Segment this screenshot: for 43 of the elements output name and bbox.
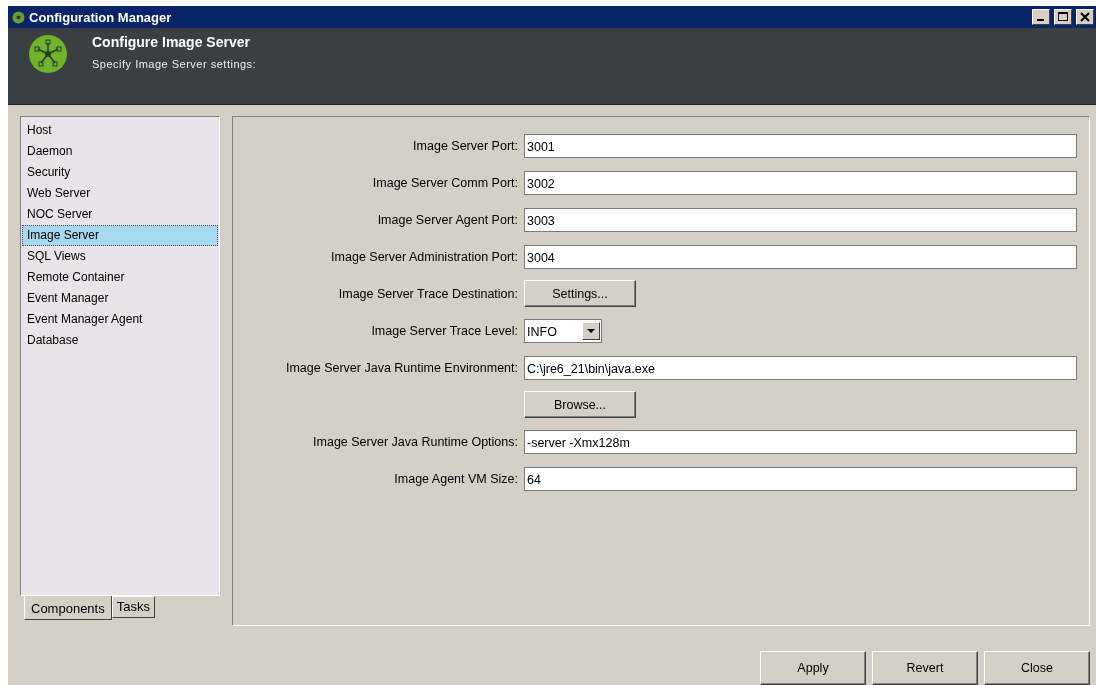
dialog-button[interactable]: Revert [872, 651, 978, 685]
field-label: Image Server Port: [412, 138, 518, 153]
page-subtitle: Specify Image Server settings: [92, 58, 257, 70]
app-icon [12, 10, 25, 24]
field-label: Image Server Administration Port: [330, 249, 518, 264]
sidebar-item[interactable]: Daemon [22, 141, 218, 162]
sidebar-item[interactable]: Database [22, 330, 218, 351]
field-label: Image Server Comm Port: [371, 175, 518, 190]
text-field[interactable]: -server -Xmx128m [524, 429, 1077, 454]
field-label: Image Server Java Runtime Options: [312, 434, 518, 449]
sidebar-item[interactable]: Event Manager [22, 288, 218, 309]
field-label: Image Server Java Runtime Environment: [284, 360, 518, 375]
sidebar-item[interactable]: SQL Views [22, 246, 218, 267]
sidebar-item[interactable]: Security [22, 162, 218, 183]
close-icon[interactable] [1076, 9, 1094, 25]
dialog-button[interactable]: Close [984, 651, 1090, 685]
dialog-button[interactable]: Apply [760, 651, 866, 685]
action-button[interactable]: Settings... [524, 280, 636, 307]
minimize-icon[interactable] [1032, 9, 1050, 25]
network-icon [28, 34, 68, 74]
page-title: Configure Image Server [92, 34, 251, 50]
tab[interactable]: Components [24, 596, 112, 620]
sidebar-item[interactable]: Host [22, 120, 218, 141]
sidebar-item[interactable]: Image Server [22, 225, 218, 246]
sidebar-item[interactable]: Web Server [22, 183, 218, 204]
field-label: Image Server Trace Level: [370, 323, 518, 338]
action-button[interactable]: Browse... [524, 391, 636, 418]
maximize-icon[interactable] [1054, 9, 1072, 25]
text-field[interactable]: 64 [524, 466, 1077, 491]
field-label: Image Server Agent Port: [376, 212, 518, 227]
dropdown[interactable]: INFO [524, 318, 602, 343]
text-field[interactable]: 3001 [524, 133, 1077, 158]
sidebar-item[interactable]: NOC Server [22, 204, 218, 225]
tab[interactable]: Tasks [111, 596, 155, 618]
text-field[interactable]: 3003 [524, 207, 1077, 232]
sidebar-item[interactable]: Event Manager Agent [22, 309, 218, 330]
sidebar-item[interactable]: Remote Container [22, 267, 218, 288]
window-title: Configuration Manager [29, 9, 173, 25]
field-label: Image Server Trace Destination: [337, 286, 518, 301]
text-field[interactable]: 3002 [524, 170, 1077, 195]
text-field[interactable]: 3004 [524, 244, 1077, 269]
field-label: Image Agent VM Size: [393, 471, 518, 486]
text-field[interactable]: C:\jre6_21\bin\java.exe [524, 355, 1077, 380]
